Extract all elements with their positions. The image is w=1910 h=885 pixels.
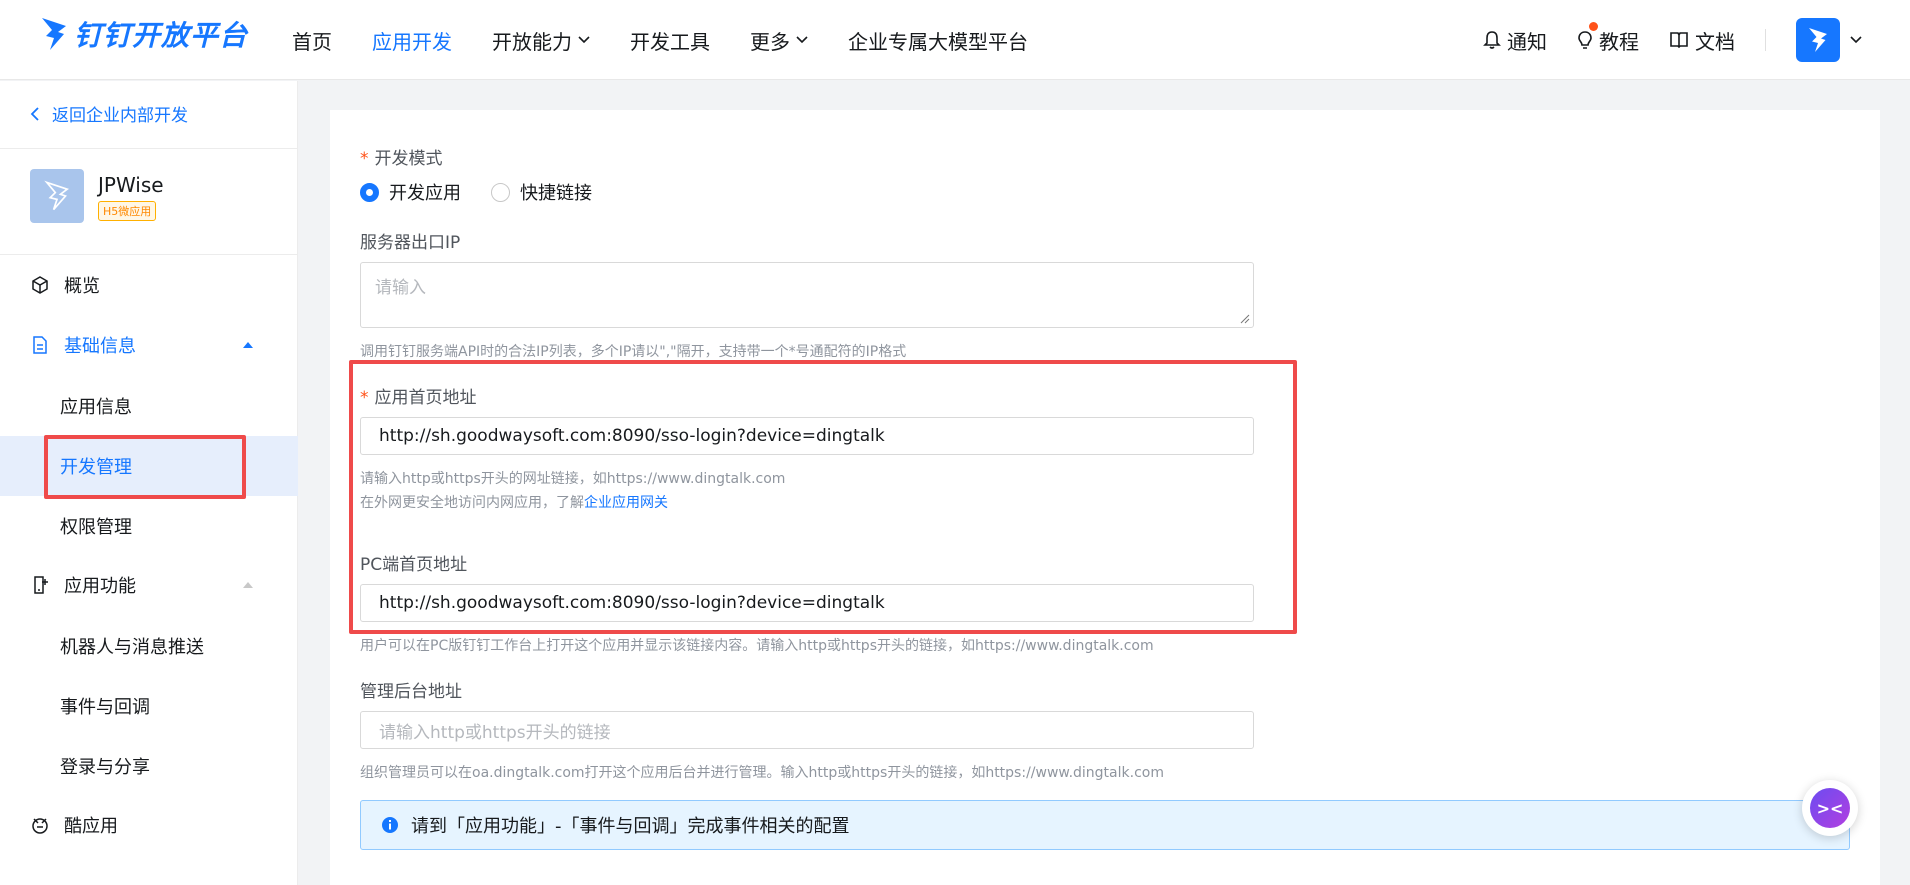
dev-mode-label: * 开发模式 — [360, 149, 443, 169]
assistant-icon: >< — [1810, 788, 1850, 828]
required-mark: * — [360, 149, 369, 169]
app-meta: JPWise H5微应用 — [98, 169, 164, 223]
pc-home-url-input[interactable]: http://sh.goodwaysoft.com:8090/sso-login… — [360, 584, 1254, 622]
pc-home-url-hint: 用户可以在PC版钉钉工作台上打开这个应用并显示该链接内容。请输入http或htt… — [360, 638, 1154, 654]
cool-app-icon — [32, 818, 48, 834]
server-ip-hint: 调用钉钉服务端API时的合法IP列表，多个IP请以","隔开，支持带一个*号通配… — [360, 344, 907, 360]
submenu-dev-management[interactable]: 开发管理 — [0, 436, 298, 496]
logo-text: 钉钉开放平台 — [74, 19, 249, 52]
app-type-badge: H5微应用 — [98, 201, 157, 221]
admin-url-label: 管理后台地址 — [360, 682, 462, 702]
submenu-login-share[interactable]: 登录与分享 — [0, 736, 298, 796]
chevron-down-icon — [578, 36, 590, 44]
dingtalk-bird-icon — [42, 18, 66, 50]
user-avatar[interactable] — [1796, 18, 1840, 62]
sidebar: 返回企业内部开发 JPWise H5微应用 概览 基础信息 应用信息 开发管理 … — [0, 81, 298, 885]
radio-quick-link[interactable] — [491, 182, 510, 202]
submenu-app-info[interactable]: 应用信息 — [0, 376, 298, 436]
chevron-down-icon[interactable] — [1850, 36, 1862, 44]
phone-plus-icon — [34, 576, 48, 594]
radio-quick-link-label[interactable]: 快捷链接 — [520, 179, 592, 205]
info-icon — [382, 817, 398, 833]
nav-dev-tools[interactable]: 开发工具 — [630, 26, 710, 55]
submenu-events-callbacks[interactable]: 事件与回调 — [0, 676, 298, 736]
submenu-permissions[interactable]: 权限管理 — [0, 496, 298, 556]
book-icon — [1670, 32, 1688, 49]
main-nav: 首页 应用开发 开放能力 开发工具 更多 企业专属大模型平台 — [292, 0, 1068, 80]
pc-home-url-label: PC端首页地址 — [360, 555, 468, 575]
dingtalk-logo[interactable]: 钉钉开放平台 — [38, 14, 248, 54]
server-ip-label: 服务器出口IP — [360, 233, 461, 253]
cube-icon — [32, 276, 48, 294]
admin-url-hint: 组织管理员可以在oa.dingtalk.com打开这个应用后台并进行管理。输入h… — [360, 765, 1164, 781]
radio-dev-app[interactable] — [360, 182, 379, 202]
header-divider — [1765, 29, 1766, 51]
menu-app-features[interactable]: 应用功能 — [0, 559, 298, 611]
enterprise-gateway-link[interactable]: 企业应用网关 — [584, 495, 668, 511]
notification-dot — [1589, 21, 1598, 31]
nav-more[interactable]: 更多 — [750, 26, 808, 55]
ai-assistant-button[interactable]: >< — [1802, 780, 1858, 836]
menu-cool-apps[interactable]: 酷应用 — [0, 799, 298, 851]
app-name: JPWise — [98, 173, 164, 197]
events-config-notice: 请到「应用功能」-「事件与回调」完成事件相关的配置 — [360, 800, 1850, 850]
back-link[interactable]: 返回企业内部开发 — [30, 101, 188, 126]
required-mark: * — [360, 388, 369, 408]
nav-llm-platform[interactable]: 企业专属大模型平台 — [848, 26, 1028, 55]
home-url-hint: 请输入http或https开头的网址链接，如https://www.dingta… — [360, 471, 786, 511]
admin-url-input[interactable]: 请输入http或https开头的链接 — [360, 711, 1254, 749]
tutorial-button[interactable]: 教程 — [1577, 21, 1639, 55]
divider — [0, 148, 298, 149]
document-icon — [33, 336, 47, 354]
app-icon — [30, 169, 84, 223]
home-url-label: * 应用首页地址 — [360, 388, 477, 408]
chevron-left-icon — [30, 106, 39, 121]
divider — [0, 254, 298, 255]
header-actions: 通知 教程 文档 — [1453, 0, 1862, 80]
server-ip-textarea[interactable]: 请输入 — [360, 262, 1254, 328]
caret-up-icon — [243, 582, 253, 588]
resize-grip-icon[interactable] — [1240, 314, 1250, 324]
top-header: 钉钉开放平台 首页 应用开发 开放能力 开发工具 更多 企业专属大模型平台 通知… — [0, 0, 1910, 80]
submenu-robot-messages[interactable]: 机器人与消息推送 — [0, 616, 298, 676]
caret-up-icon — [243, 342, 253, 348]
dev-settings-form: * 开发模式 开发应用 快捷链接 服务器出口IP 请输入 调用钉钉服务端API时的… — [330, 110, 1880, 885]
radio-dev-app-label[interactable]: 开发应用 — [389, 179, 461, 205]
dingtalk-bird-icon — [44, 180, 70, 211]
nav-capabilities[interactable]: 开放能力 — [492, 26, 590, 55]
nav-app-dev[interactable]: 应用开发 — [372, 26, 452, 55]
lightbulb-icon — [1578, 31, 1592, 49]
dev-mode-radio-group: 开发应用 快捷链接 — [360, 179, 622, 205]
notify-button[interactable]: 通知 — [1483, 26, 1547, 55]
docs-button[interactable]: 文档 — [1669, 26, 1735, 55]
dingtalk-bird-icon — [1809, 28, 1827, 52]
chevron-down-icon — [796, 36, 808, 44]
bell-icon — [1483, 31, 1501, 49]
home-url-input[interactable]: http://sh.goodwaysoft.com:8090/sso-login… — [360, 417, 1254, 455]
menu-overview[interactable]: 概览 — [0, 259, 298, 311]
menu-basic-info[interactable]: 基础信息 — [0, 319, 298, 371]
app-card: JPWise H5微应用 — [30, 169, 164, 223]
nav-home[interactable]: 首页 — [292, 26, 332, 55]
